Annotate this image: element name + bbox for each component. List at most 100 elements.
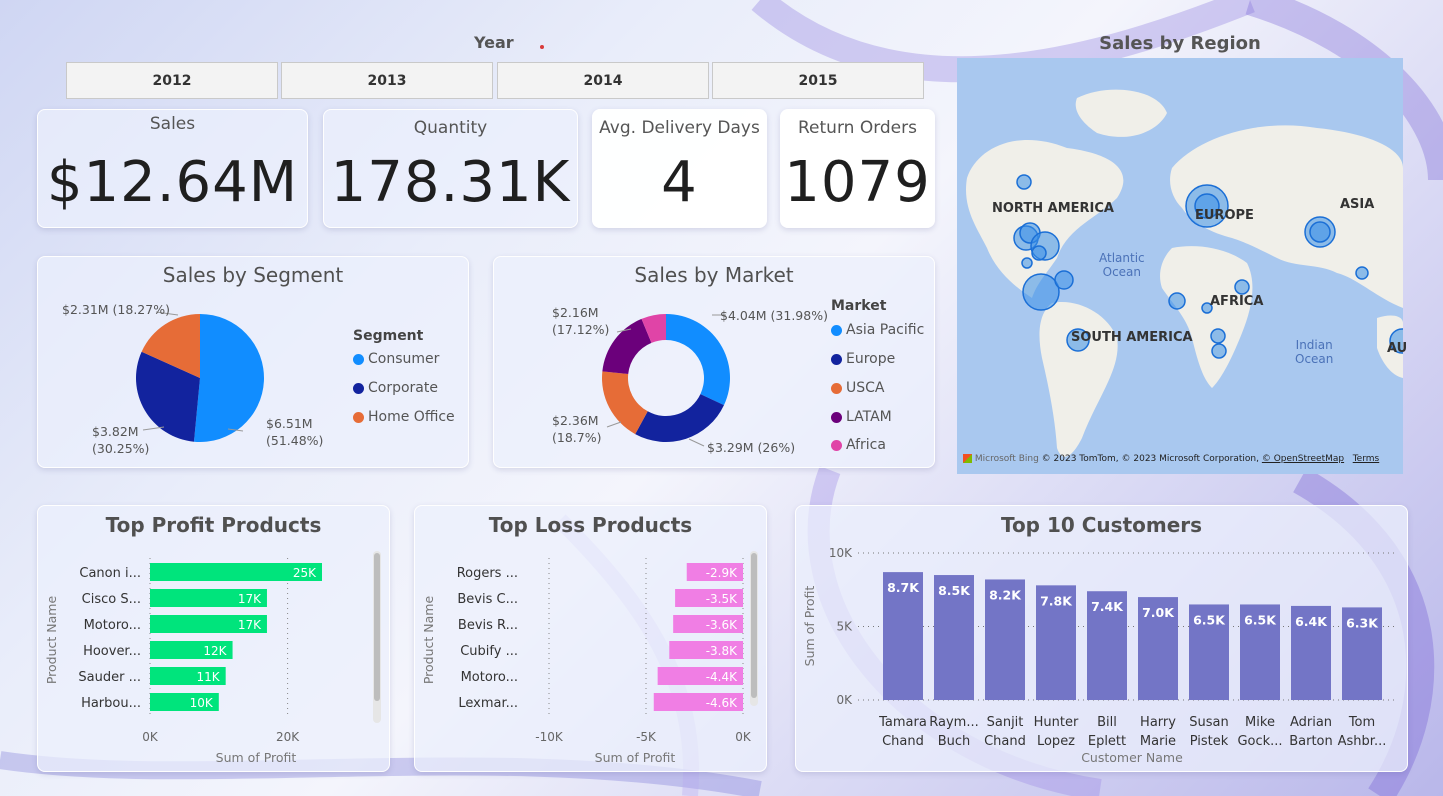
year-button-2012[interactable]: 2012 xyxy=(66,62,278,99)
ocean-label-line: Ocean xyxy=(1102,265,1142,279)
category-label: Chand xyxy=(984,734,1026,749)
legend-dot xyxy=(353,382,364,394)
category-label: Bevis R... xyxy=(458,618,518,633)
legend-item-europe[interactable]: Europe xyxy=(831,351,895,367)
region-label-africa: AFRICA xyxy=(1210,294,1264,309)
legend-dot xyxy=(831,353,842,365)
category-label: Bevis C... xyxy=(457,592,518,607)
pie-slice-consumer[interactable] xyxy=(193,314,265,442)
kpi-card-returns[interactable]: Return Orders 1079 xyxy=(780,109,935,228)
y-tick-label: 5K xyxy=(836,620,853,634)
profit-bar-chart[interactable]: 0K 20K 25K Canon i... 17K Cisco S... 17K Motoro… xyxy=(38,506,391,773)
legend-dot xyxy=(353,353,364,365)
category-label: Mike xyxy=(1245,715,1275,730)
bar-data-label: 17K xyxy=(238,592,262,606)
category-label: Marie xyxy=(1140,734,1176,749)
legend-label: USCA xyxy=(846,380,885,396)
kpi-card-delivery[interactable]: Avg. Delivery Days 4 xyxy=(592,109,767,228)
market-card[interactable]: Sales by Market $2.16M (17.12%) $4.04M (… xyxy=(493,256,935,468)
microsoft-logo-icon xyxy=(963,454,972,463)
map-copyright: © 2023 TomTom, © 2023 Microsoft Corporat… xyxy=(1041,454,1259,464)
bar-data-label: 6.4K xyxy=(1295,614,1328,629)
category-label: Tamara xyxy=(878,715,927,730)
loss-bar-chart[interactable]: -10K -5K 0K -2.9K Rogers ... -3.5K Bevis C... -… xyxy=(415,506,768,773)
kpi-label: Sales xyxy=(149,114,196,134)
openstreetmap-link[interactable]: © OpenStreetMap xyxy=(1262,454,1344,464)
loss-scrollbar[interactable] xyxy=(750,551,758,706)
bar-data-label: 17K xyxy=(238,618,262,632)
profit-products-card[interactable]: Top Profit Products 0K 20K 25K Canon i... 17… xyxy=(37,505,390,772)
corporate-value: $3.82M xyxy=(92,424,139,439)
map-title: Sales by Region xyxy=(1099,33,1261,54)
terms-link[interactable]: Terms xyxy=(1353,454,1380,464)
donut-slice-europe[interactable] xyxy=(635,394,724,442)
year-button-2013[interactable]: 2013 xyxy=(281,62,493,99)
category-label: Bill xyxy=(1097,715,1117,730)
category-label: Cubify ... xyxy=(460,644,518,659)
africa-land xyxy=(1160,246,1253,388)
legend-label: Asia Pacific xyxy=(846,322,925,338)
legend-item-consumer[interactable]: Consumer xyxy=(353,351,439,367)
legend-item-home-office[interactable]: Home Office xyxy=(353,409,455,425)
year-button-2014[interactable]: 2014 xyxy=(497,62,709,99)
legend-label: Corporate xyxy=(368,380,438,396)
legend-item-usca[interactable]: USCA xyxy=(831,380,885,396)
kpi-value: 4 xyxy=(661,150,698,215)
bar-data-label: 6.5K xyxy=(1244,612,1277,627)
map-canvas[interactable] xyxy=(957,58,1415,474)
region-label-north-america: NORTH AMERICA xyxy=(992,201,1114,216)
scrollbar-thumb[interactable] xyxy=(374,553,380,701)
loss-products-card[interactable]: Top Loss Products -10K -5K 0K -2.9K Rogers .… xyxy=(414,505,767,772)
category-label: Harbou... xyxy=(81,696,141,711)
latam-value: $2.16M xyxy=(552,305,599,320)
legend-label: Africa xyxy=(846,437,886,453)
sales-region-map[interactable]: NORTH AMERICA EUROPE ASIA AFRICA SOUTH A… xyxy=(957,58,1415,474)
usca-data-label: $2.36M (18.7%) xyxy=(552,412,601,446)
legend-dot xyxy=(831,382,842,394)
legend-item-africa[interactable]: Africa xyxy=(831,437,886,453)
map-brand: Microsoft Bing xyxy=(974,454,1039,464)
legend-item-corporate[interactable]: Corporate xyxy=(353,380,438,396)
customers-card[interactable]: Top 10 Customers 0K 5K 10K 8.7K Tamara Chand 8… xyxy=(795,505,1408,772)
x-tick-label: 0K xyxy=(142,730,159,744)
year-button-2015[interactable]: 2015 xyxy=(712,62,924,99)
scrollbar-thumb[interactable] xyxy=(751,553,757,698)
bar-data-label: -3.5K xyxy=(706,592,738,606)
region-label-asia: ASIA xyxy=(1340,197,1375,212)
ocean-label-line: Indian xyxy=(1295,338,1333,352)
category-label: Ashbr... xyxy=(1338,734,1387,749)
legend-item-asia-pacific[interactable]: Asia Pacific xyxy=(831,322,924,338)
latam-data-label: $2.16M (17.12%) xyxy=(552,304,609,338)
legend-dot xyxy=(831,439,842,451)
bar-data-label: 10K xyxy=(190,696,214,710)
category-label: Sauder ... xyxy=(78,670,141,685)
donut-slice-asia-pacific[interactable] xyxy=(666,314,730,406)
year-filter-title: Year xyxy=(474,33,514,52)
donut-slice-latam[interactable] xyxy=(602,318,652,375)
leader-line xyxy=(606,421,622,428)
region-label-europe: EUROPE xyxy=(1195,208,1254,223)
kpi-card-quantity[interactable]: Quantity 178.31K xyxy=(323,109,578,228)
kpi-card-sales[interactable]: Sales $12.64M xyxy=(37,109,308,228)
bar-data-label: -3.8K xyxy=(706,644,738,658)
x-axis-title: Customer Name xyxy=(1081,750,1183,765)
category-label: Tom xyxy=(1348,715,1375,730)
category-label: Eplett xyxy=(1088,734,1126,749)
category-label: Buch xyxy=(938,734,971,749)
consumer-value: $6.51M xyxy=(266,416,313,431)
category-label: Gock... xyxy=(1237,734,1282,749)
asia-data-label: $4.04M (31.98%) xyxy=(720,308,828,323)
category-label: Raym... xyxy=(929,715,978,730)
profit-scrollbar[interactable] xyxy=(373,551,381,723)
market-legend-title: Market xyxy=(831,298,887,314)
bar-data-label: -4.4K xyxy=(706,670,738,684)
ocean-label-line: Atlantic xyxy=(1099,251,1145,265)
bar-data-label: 25K xyxy=(293,566,317,580)
y-axis-title: Sum of Profit xyxy=(802,586,817,667)
bar-data-label: 6.5K xyxy=(1193,612,1226,627)
category-label: Harry xyxy=(1140,715,1176,730)
customer-bar-chart[interactable]: 0K 5K 10K 8.7K Tamara Chand 8.5K Raym... Buch 8.2… xyxy=(796,506,1409,773)
legend-item-latam[interactable]: LATAM xyxy=(831,409,892,425)
bar-data-label: 8.5K xyxy=(938,583,971,598)
segment-card[interactable]: Sales by Segment $2.31M (18.27%) $6.51M … xyxy=(37,256,469,468)
